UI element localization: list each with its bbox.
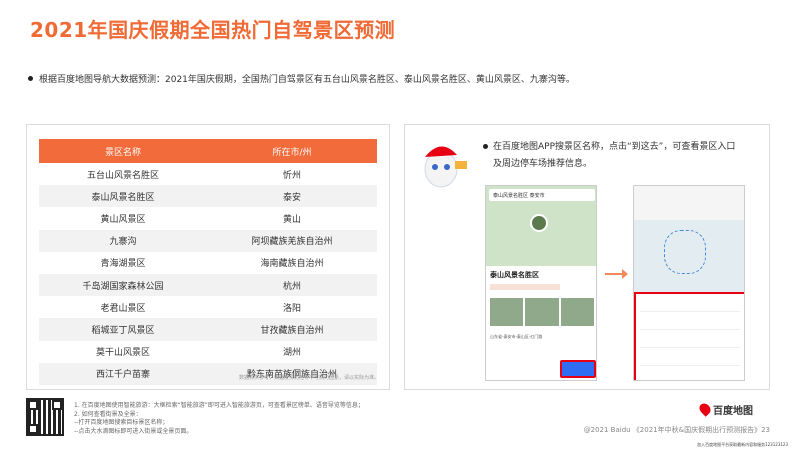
note-2: 2. 如何查看街景及全景： <box>74 410 142 418</box>
cell-city: 黄山 <box>207 207 377 230</box>
table-row: 五台山风景名胜区 忻州 <box>39 163 377 186</box>
page-title: 2021年国庆假期全国热门自驾景区预测 <box>30 18 396 42</box>
instruction-line-1: 在百度地图APP搜景区名称，点击“到这去”，可查看景区入口 <box>493 142 736 152</box>
cell-name: 泰山风景名胜区 <box>39 185 207 208</box>
cell-city: 阿坝藏族羌族自治州 <box>207 229 377 252</box>
list-item[interactable] <box>640 298 740 312</box>
note-1: 1. 在百度地图使用智能旅游：大框检索“智能旅游”即可进入智能旅游页，可查看景区… <box>74 402 364 409</box>
description: 根据百度地图导航大数据预测：2021年国庆假期，全国热门自驾景区有五台山风景名胜… <box>28 72 575 85</box>
copyright: @2021 Baidu 《2021年中秋&国庆假期出行预测报告》23 <box>583 426 770 434</box>
note-3: --打开百度地图搜索目标景区名称； <box>74 419 169 426</box>
cell-name: 黄山风景区 <box>39 207 207 230</box>
cell-name: 老君山景区 <box>39 296 207 319</box>
table-row: 千岛湖国家森林公园 杭州 <box>39 273 377 297</box>
poi-name: 泰山风景名胜区 <box>490 271 539 279</box>
cell-city: 甘孜藏族自治州 <box>207 318 377 341</box>
qr-code <box>26 398 64 436</box>
mascot-icon <box>424 146 467 188</box>
poi-card: 泰山风景名胜区 山东省-泰安市-泰山区-红门路 <box>486 266 596 380</box>
poi-tag <box>490 284 560 290</box>
table-row: 稻城亚丁风景区 甘孜藏族自治州 <box>39 318 377 341</box>
table-row: 青海湖景区 海南藏族自治州 <box>39 251 377 274</box>
table-row: 九寨沟 阿坝藏族羌族自治州 <box>39 229 377 252</box>
qr-corner <box>28 400 38 410</box>
cell-name: 五台山风景名胜区 <box>39 163 207 186</box>
poi-photos <box>490 298 594 326</box>
cell-city: 湖州 <box>207 340 377 363</box>
cell-name: 稻城亚丁风景区 <box>39 318 207 341</box>
table-panel: 景区名称 所在市/州 五台山风景名胜区 忻州 泰山风景名胜区 泰安 黄山风景区 黄山 … <box>26 124 390 390</box>
nav-header <box>634 186 744 220</box>
table-row: 黄山风景区 黄山 <box>39 207 377 230</box>
cell-city: 泰安 <box>207 185 377 208</box>
entrance-list <box>634 292 744 380</box>
cell-city: 洛阳 <box>207 296 377 319</box>
search-bar[interactable]: 泰山风景名胜区 泰安市 <box>489 189 595 201</box>
header-city: 所在市/州 <box>207 139 377 163</box>
cell-city: 忻州 <box>207 163 377 186</box>
cell-city: 海南藏族自治州 <box>207 251 377 274</box>
logo-text: 百度地图 <box>713 405 753 417</box>
table-row: 老君山景区 洛阳 <box>39 296 377 319</box>
logo-pin-icon <box>697 401 713 417</box>
list-item[interactable] <box>640 316 740 330</box>
bullet-icon <box>28 76 33 81</box>
bullet-icon <box>483 144 488 149</box>
list-item[interactable] <box>640 334 740 348</box>
qr-corner <box>28 424 38 434</box>
cell-name: 千岛湖国家森林公园 <box>39 273 207 297</box>
list-item[interactable] <box>640 352 740 366</box>
note-4: --点击大水滴图标即可进入街景或全景页面。 <box>74 427 193 435</box>
arrow-right-icon <box>605 269 628 279</box>
qr-corner <box>52 400 62 410</box>
map-pin-icon <box>530 214 548 232</box>
table-row: 泰山风景名胜区 泰安 <box>39 185 377 208</box>
table-note: 数据仅供参考，如遇疫情防控等不可抗力因素，请以实际为准。 <box>238 375 379 381</box>
license-text: 加入百度地图平台获取最新内容和服务123123123 <box>697 442 788 447</box>
list-item[interactable] <box>640 370 740 380</box>
table-row: 莫干山风景区 湖州 <box>39 340 377 363</box>
baidu-map-logo: 百度地图 <box>697 401 770 417</box>
cell-city: 杭州 <box>207 273 377 297</box>
description-text: 根据百度地图导航大数据预测：2021年国庆假期，全国热门自驾景区有五台山风景名胜… <box>39 75 575 85</box>
go-here-button[interactable] <box>560 360 596 378</box>
cell-name: 莫干山风景区 <box>39 340 207 363</box>
header-name: 景区名称 <box>39 139 207 163</box>
cell-name: 青海湖景区 <box>39 251 207 274</box>
cell-name: 西江千户苗寨 <box>39 362 207 385</box>
cell-name: 九寨沟 <box>39 229 207 252</box>
instruction-text: 在百度地图APP搜景区名称，点击“到这去”，可查看景区入口 及周边停车场推荐信息… <box>483 139 763 173</box>
scenic-table: 景区名称 所在市/州 五台山风景名胜区 忻州 泰山风景名胜区 泰安 黄山风景区 黄山 … <box>39 139 377 385</box>
scenic-boundary <box>664 230 706 274</box>
instruction-line-2: 及周边停车场推荐信息。 <box>493 159 593 169</box>
footer-notes: 1. 在百度地图使用智能旅游：大框检索“智能旅游”即可进入智能旅游页，可查看景区… <box>74 402 364 436</box>
app-guide-panel: 在百度地图APP搜景区名称，点击“到这去”，可查看景区入口 及周边停车场推荐信息… <box>404 124 770 390</box>
phone-screenshot-search: 泰山风景名胜区 泰安市 泰山风景名胜区 山东省-泰安市-泰山区-红门路 <box>485 185 597 381</box>
phone-screenshot-entrance <box>633 185 745 381</box>
poi-address: 山东省-泰安市-泰山区-红门路 <box>490 334 543 339</box>
